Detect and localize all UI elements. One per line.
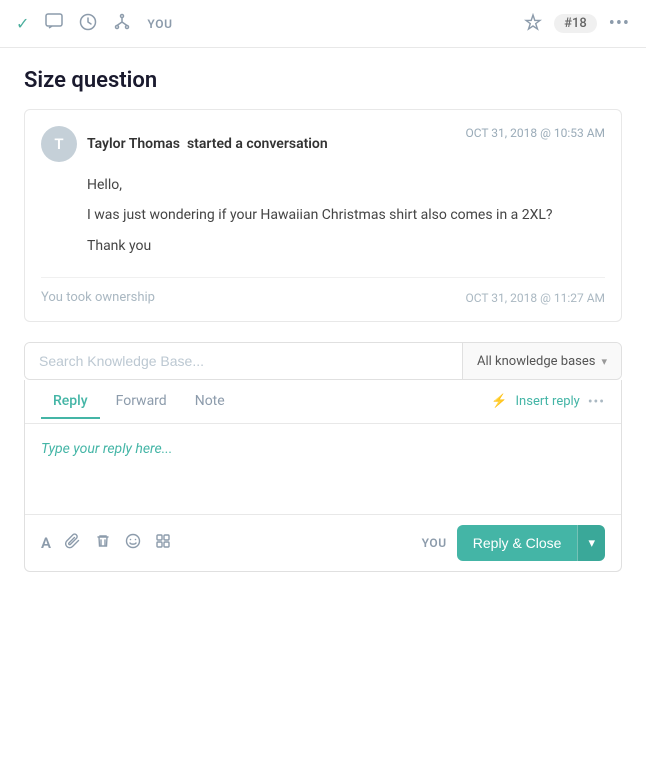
clock-icon[interactable] bbox=[79, 13, 97, 35]
kb-dropdown-label: All knowledge bases bbox=[477, 354, 595, 369]
tab-forward[interactable]: Forward bbox=[104, 385, 179, 419]
grid-icon[interactable] bbox=[155, 533, 171, 553]
ownership-timestamp: OCT 31, 2018 @ 11:27 AM bbox=[466, 291, 606, 305]
reply-placeholder: Type your reply here... bbox=[41, 441, 172, 457]
star-icon[interactable] bbox=[524, 13, 542, 35]
kb-search-bar: All knowledge bases ▾ bbox=[24, 342, 622, 380]
reply-area: Reply Forward Note ⚡ Insert reply ••• Ty… bbox=[24, 380, 622, 572]
chat-icon[interactable] bbox=[45, 13, 63, 35]
page-title: Size question bbox=[24, 68, 622, 93]
reply-close-dropdown[interactable]: ▾ bbox=[577, 525, 605, 561]
trash-icon[interactable] bbox=[95, 533, 111, 553]
tab-reply[interactable]: Reply bbox=[41, 385, 100, 419]
more-reply-options-icon[interactable]: ••• bbox=[588, 394, 605, 410]
message-header: T Taylor Thomas started a conversation O… bbox=[41, 126, 605, 162]
ownership-row: You took ownership OCT 31, 2018 @ 11:27 … bbox=[41, 277, 605, 305]
issue-badge[interactable]: #18 bbox=[554, 14, 597, 33]
reply-editor[interactable]: Type your reply here... bbox=[25, 424, 621, 514]
attach-icon[interactable] bbox=[65, 533, 81, 553]
message-header-left: T Taylor Thomas started a conversation bbox=[41, 126, 328, 162]
more-options-icon[interactable]: ••• bbox=[609, 13, 630, 34]
emoji-icon[interactable] bbox=[125, 533, 141, 553]
reply-tabs-left: Reply Forward Note bbox=[41, 385, 237, 418]
you-label: YOU bbox=[422, 536, 447, 550]
fork-icon[interactable] bbox=[113, 13, 131, 35]
text-format-icon[interactable]: A bbox=[41, 534, 51, 552]
reply-tabs: Reply Forward Note ⚡ Insert reply ••• bbox=[25, 380, 621, 424]
message-line-2: I was just wondering if your Hawaiian Ch… bbox=[87, 204, 605, 226]
reply-footer: A bbox=[25, 514, 621, 571]
reply-close-main[interactable]: Reply & Close bbox=[457, 525, 578, 561]
footer-icons: A bbox=[41, 533, 171, 553]
chevron-down-icon: ▾ bbox=[601, 355, 607, 368]
message-body: Hello, I was just wondering if your Hawa… bbox=[41, 174, 605, 257]
message-timestamp: OCT 31, 2018 @ 10:53 AM bbox=[466, 126, 606, 140]
conversation: T Taylor Thomas started a conversation O… bbox=[0, 109, 646, 322]
insert-reply-area[interactable]: ⚡ Insert reply ••• bbox=[491, 394, 605, 410]
page-title-area: Size question bbox=[0, 48, 646, 109]
message-line-1: Hello, bbox=[87, 174, 605, 196]
check-icon[interactable]: ✓ bbox=[16, 14, 29, 33]
message-card: T Taylor Thomas started a conversation O… bbox=[24, 109, 622, 322]
ownership-text: You took ownership bbox=[41, 290, 155, 305]
toolbar-left: ✓ YOU bbox=[16, 13, 524, 35]
tab-note[interactable]: Note bbox=[183, 385, 237, 419]
kb-dropdown[interactable]: All knowledge bases ▾ bbox=[462, 343, 621, 379]
insert-reply-label: Insert reply bbox=[516, 394, 580, 409]
sender-avatar: T bbox=[41, 126, 77, 162]
lightning-icon: ⚡ bbox=[491, 394, 507, 409]
footer-right: YOU Reply & Close ▾ bbox=[422, 525, 605, 561]
kb-search-input[interactable] bbox=[25, 343, 462, 379]
reply-close-button[interactable]: Reply & Close ▾ bbox=[457, 525, 605, 561]
sender-name: Taylor Thomas started a conversation bbox=[87, 136, 328, 152]
toolbar-right: #18 ••• bbox=[524, 13, 630, 35]
toolbar: ✓ YOU #18 bbox=[0, 0, 646, 48]
message-line-3: Thank you bbox=[87, 235, 605, 257]
toolbar-label: YOU bbox=[147, 17, 172, 31]
